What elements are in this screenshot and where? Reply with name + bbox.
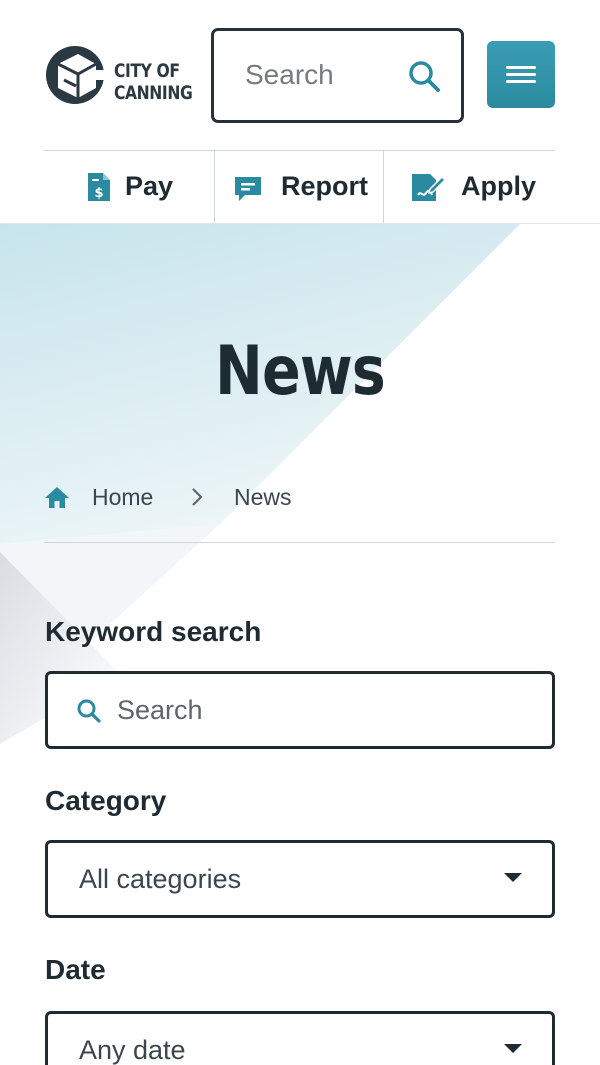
chevron-right-icon [192,488,203,506]
quick-link-apply[interactable]: Apply [384,151,555,224]
breadcrumb-divider [44,542,555,543]
date-select[interactable]: Any date [45,1011,555,1065]
header-search-input[interactable]: Search [211,28,464,123]
report-icon [235,177,261,201]
keyword-search-label: Keyword search [45,616,262,647]
header-search-placeholder: Search [245,59,334,90]
logo-mark-icon [46,46,108,104]
site-header: CITY OF CANNING Search [0,0,600,150]
svg-text:$: $ [94,186,103,201]
page-title: News [215,332,386,411]
caret-down-icon [504,873,522,882]
home-icon[interactable] [44,485,70,509]
quick-link-label: Report [281,171,368,201]
breadcrumb-home-link[interactable]: Home [92,484,153,511]
logo-line-1: CITY OF [114,60,180,82]
date-selected-value: Any date [79,1035,186,1065]
logo-line-2: CANNING [114,82,193,104]
page-hero: News Home News Keyword search Search Cat… [0,224,600,1065]
hamburger-icon-bar [506,73,536,76]
keyword-search-placeholder: Search [117,695,203,725]
breadcrumb-current: News [234,484,292,510]
hamburger-icon-bar [506,80,536,83]
hamburger-icon [506,66,536,69]
caret-down-icon [504,1044,522,1053]
category-label: Category [45,785,167,816]
logo-text: CITY OF CANNING [114,60,193,104]
keyword-search-input[interactable]: Search [45,671,555,749]
quick-link-label: Pay [125,171,174,201]
pay-icon: $ [88,173,110,201]
search-icon[interactable] [407,59,441,93]
quick-link-pay[interactable]: $ Pay [44,151,214,224]
city-of-canning-logo[interactable]: CITY OF CANNING [44,42,194,108]
date-label: Date [45,954,106,985]
breadcrumb: Home News [44,482,555,542]
apply-icon [412,174,446,201]
search-icon [77,699,101,723]
quick-link-label: Apply [461,171,537,201]
menu-button[interactable] [487,41,555,108]
quick-links: $ Pay Report Apply [44,150,555,224]
quick-link-report[interactable]: Report [215,151,383,224]
category-selected-value: All categories [79,864,242,894]
category-select[interactable]: All categories [45,840,555,918]
